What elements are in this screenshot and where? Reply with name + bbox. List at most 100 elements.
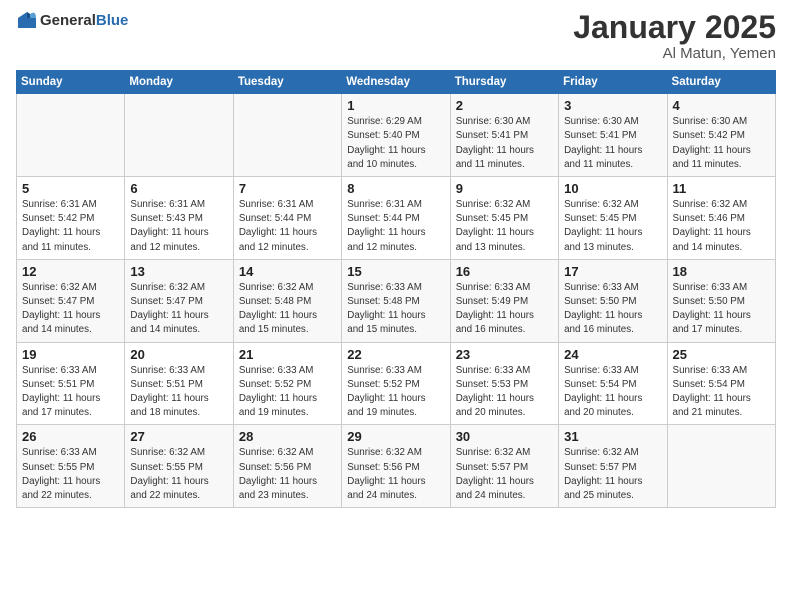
day-info: Sunrise: 6:32 AM Sunset: 5:57 PM Dayligh… [456, 446, 553, 503]
col-header-saturday: Saturday [667, 71, 775, 94]
day-info: Sunrise: 6:31 AM Sunset: 5:42 PM Dayligh… [22, 198, 119, 255]
day-number: 27 [130, 429, 227, 444]
calendar-cell: 19Sunrise: 6:33 AM Sunset: 5:51 PM Dayli… [17, 342, 125, 425]
calendar-cell: 22 Sunrise: 6:33 AM Sunset: 5:52 PM Dayli… [342, 342, 450, 425]
day-number: 15 [347, 264, 444, 279]
day-info: Sunrise: 6:33 AM Sunset: 5:52 PM Dayligh… [347, 364, 444, 421]
day-number: 14 [239, 264, 336, 279]
month-title: January 2025 [573, 10, 776, 45]
title-area: January 2025 Al Matun, Yemen [573, 10, 776, 62]
day-number: 16 [456, 264, 553, 279]
col-header-friday: Friday [559, 71, 667, 94]
day-info: Sunrise: 6:33 AM Sunset: 5:49 PM Dayligh… [456, 281, 553, 338]
calendar-cell: 8 Sunrise: 6:31 AM Sunset: 5:44 PM Daylig… [342, 177, 450, 260]
day-info: Sunrise: 6:33 AM Sunset: 5:52 PM Dayligh… [239, 364, 336, 421]
day-number: 29 [347, 429, 444, 444]
calendar-cell: 29 Sunrise: 6:32 AM Sunset: 5:56 PM Dayli… [342, 425, 450, 508]
day-number: 28 [239, 429, 336, 444]
day-number: 13 [130, 264, 227, 279]
calendar-cell: 26 Sunrise: 6:33 AM Sunset: 5:55 PM Dayli… [17, 425, 125, 508]
day-number: 26 [22, 429, 119, 444]
day-number: 6 [130, 181, 227, 196]
day-info: Sunrise: 6:31 AM Sunset: 5:44 PM Dayligh… [239, 198, 336, 255]
day-number: 3 [564, 98, 661, 113]
calendar-cell: 18Sunrise: 6:33 AM Sunset: 5:50 PM Dayli… [667, 259, 775, 342]
calendar-cell: 11 Sunrise: 6:32 AM Sunset: 5:46 PM Dayli… [667, 177, 775, 260]
calendar-cell [17, 94, 125, 177]
day-info: Sunrise: 6:31 AM Sunset: 5:44 PM Dayligh… [347, 198, 444, 255]
day-number: 17 [564, 264, 661, 279]
week-row-3: 19Sunrise: 6:33 AM Sunset: 5:51 PM Dayli… [17, 342, 776, 425]
calendar-cell [667, 425, 775, 508]
calendar-cell: 4Sunrise: 6:30 AM Sunset: 5:42 PM Daylig… [667, 94, 775, 177]
calendar-cell: 28 Sunrise: 6:32 AM Sunset: 5:56 PM Dayli… [233, 425, 341, 508]
day-number: 22 [347, 347, 444, 362]
col-header-sunday: Sunday [17, 71, 125, 94]
day-info: Sunrise: 6:33 AM Sunset: 5:51 PM Dayligh… [22, 364, 119, 421]
col-header-thursday: Thursday [450, 71, 558, 94]
calendar-cell: 25Sunrise: 6:33 AM Sunset: 5:54 PM Dayli… [667, 342, 775, 425]
calendar-cell: 17 Sunrise: 6:33 AM Sunset: 5:50 PM Dayli… [559, 259, 667, 342]
page: GeneralBlue January 2025 Al Matun, Yemen… [0, 0, 792, 612]
day-info: Sunrise: 6:32 AM Sunset: 5:47 PM Dayligh… [22, 281, 119, 338]
day-info: Sunrise: 6:30 AM Sunset: 5:41 PM Dayligh… [456, 115, 553, 172]
calendar-cell: 5Sunrise: 6:31 AM Sunset: 5:42 PM Daylig… [17, 177, 125, 260]
col-header-monday: Monday [125, 71, 233, 94]
calendar-cell: 20 Sunrise: 6:33 AM Sunset: 5:51 PM Dayli… [125, 342, 233, 425]
calendar-cell: 24Sunrise: 6:33 AM Sunset: 5:54 PM Dayli… [559, 342, 667, 425]
day-number: 23 [456, 347, 553, 362]
calendar-cell: 12Sunrise: 6:32 AM Sunset: 5:47 PM Dayli… [17, 259, 125, 342]
day-number: 4 [673, 98, 770, 113]
location-title: Al Matun, Yemen [573, 45, 776, 62]
day-number: 20 [130, 347, 227, 362]
calendar-cell: 13 Sunrise: 6:32 AM Sunset: 5:47 PM Dayli… [125, 259, 233, 342]
day-number: 11 [673, 181, 770, 196]
day-info: Sunrise: 6:32 AM Sunset: 5:56 PM Dayligh… [347, 446, 444, 503]
day-number: 8 [347, 181, 444, 196]
calendar-cell: 31Sunrise: 6:32 AM Sunset: 5:57 PM Dayli… [559, 425, 667, 508]
calendar-cell [125, 94, 233, 177]
day-number: 1 [347, 98, 444, 113]
header-row: SundayMondayTuesdayWednesdayThursdayFrid… [17, 71, 776, 94]
logo: GeneralBlue [16, 10, 128, 32]
day-info: Sunrise: 6:32 AM Sunset: 5:55 PM Dayligh… [130, 446, 227, 503]
day-info: Sunrise: 6:32 AM Sunset: 5:57 PM Dayligh… [564, 446, 661, 503]
header: GeneralBlue January 2025 Al Matun, Yemen [16, 10, 776, 62]
day-number: 7 [239, 181, 336, 196]
logo-text: GeneralBlue [40, 12, 128, 30]
day-number: 2 [456, 98, 553, 113]
calendar-cell: 23Sunrise: 6:33 AM Sunset: 5:53 PM Dayli… [450, 342, 558, 425]
calendar-cell: 21Sunrise: 6:33 AM Sunset: 5:52 PM Dayli… [233, 342, 341, 425]
day-info: Sunrise: 6:33 AM Sunset: 5:54 PM Dayligh… [564, 364, 661, 421]
day-info: Sunrise: 6:32 AM Sunset: 5:47 PM Dayligh… [130, 281, 227, 338]
calendar-table: SundayMondayTuesdayWednesdayThursdayFrid… [16, 70, 776, 508]
week-row-4: 26 Sunrise: 6:33 AM Sunset: 5:55 PM Dayli… [17, 425, 776, 508]
day-number: 18 [673, 264, 770, 279]
calendar-cell: 1 Sunrise: 6:29 AM Sunset: 5:40 PM Daylig… [342, 94, 450, 177]
day-info: Sunrise: 6:33 AM Sunset: 5:51 PM Dayligh… [130, 364, 227, 421]
logo-general: General [40, 12, 96, 29]
day-info: Sunrise: 6:29 AM Sunset: 5:40 PM Dayligh… [347, 115, 444, 172]
day-info: Sunrise: 6:32 AM Sunset: 5:56 PM Dayligh… [239, 446, 336, 503]
day-info: Sunrise: 6:32 AM Sunset: 5:48 PM Dayligh… [239, 281, 336, 338]
day-info: Sunrise: 6:33 AM Sunset: 5:48 PM Dayligh… [347, 281, 444, 338]
day-info: Sunrise: 6:32 AM Sunset: 5:45 PM Dayligh… [564, 198, 661, 255]
calendar-cell: 6 Sunrise: 6:31 AM Sunset: 5:43 PM Daylig… [125, 177, 233, 260]
day-info: Sunrise: 6:33 AM Sunset: 5:55 PM Dayligh… [22, 446, 119, 503]
calendar-cell: 15 Sunrise: 6:33 AM Sunset: 5:48 PM Dayli… [342, 259, 450, 342]
day-info: Sunrise: 6:32 AM Sunset: 5:46 PM Dayligh… [673, 198, 770, 255]
day-info: Sunrise: 6:31 AM Sunset: 5:43 PM Dayligh… [130, 198, 227, 255]
calendar-cell: 14 Sunrise: 6:32 AM Sunset: 5:48 PM Dayli… [233, 259, 341, 342]
calendar-cell: 10Sunrise: 6:32 AM Sunset: 5:45 PM Dayli… [559, 177, 667, 260]
week-row-2: 12Sunrise: 6:32 AM Sunset: 5:47 PM Dayli… [17, 259, 776, 342]
logo-blue: Blue [96, 12, 129, 29]
day-info: Sunrise: 6:33 AM Sunset: 5:50 PM Dayligh… [564, 281, 661, 338]
logo-icon [16, 10, 38, 32]
week-row-1: 5Sunrise: 6:31 AM Sunset: 5:42 PM Daylig… [17, 177, 776, 260]
day-number: 30 [456, 429, 553, 444]
day-number: 9 [456, 181, 553, 196]
calendar-cell: 7 Sunrise: 6:31 AM Sunset: 5:44 PM Daylig… [233, 177, 341, 260]
calendar-cell: 9Sunrise: 6:32 AM Sunset: 5:45 PM Daylig… [450, 177, 558, 260]
calendar-cell: 27 Sunrise: 6:32 AM Sunset: 5:55 PM Dayli… [125, 425, 233, 508]
week-row-0: 1 Sunrise: 6:29 AM Sunset: 5:40 PM Daylig… [17, 94, 776, 177]
